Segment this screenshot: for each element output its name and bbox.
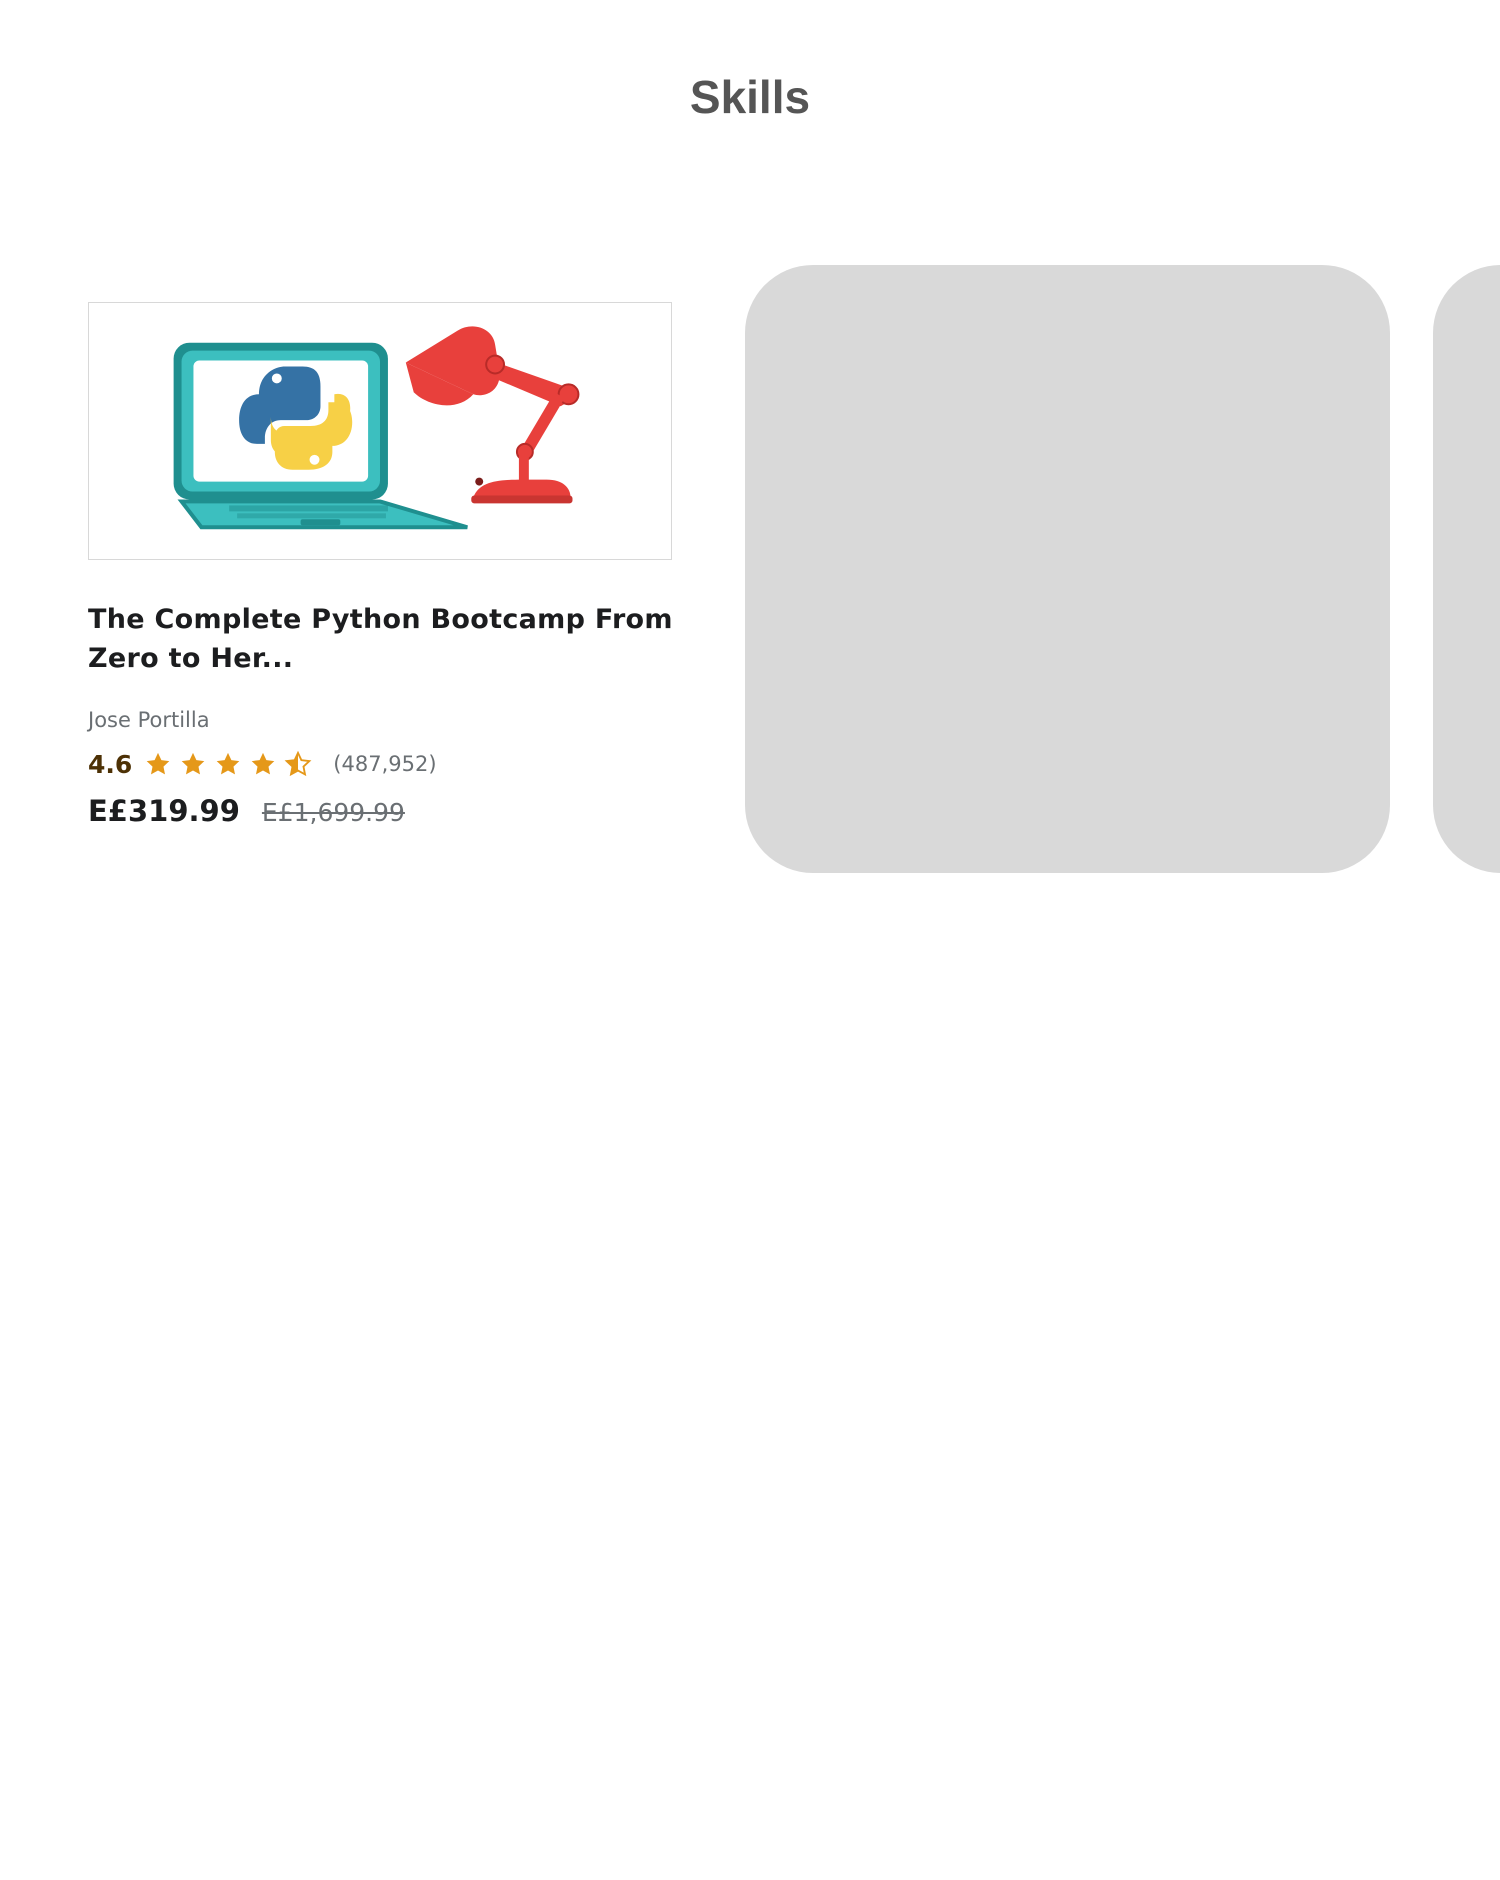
star-full-icon [214, 750, 242, 778]
course-card-placeholder-partial[interactable] [1433, 265, 1500, 873]
desk-lamp-icon [405, 326, 580, 504]
course-rating: 4.6 (487,952) [88, 747, 437, 781]
star-full-icon [249, 750, 277, 778]
page-title: Skills [689, 71, 811, 123]
course-card-placeholder[interactable] [745, 265, 1390, 873]
current-price: E£319.99 [88, 794, 240, 828]
review-count: (487,952) [333, 752, 437, 776]
course-price: E£319.99 E£1,699.99 [88, 794, 405, 828]
course-carousel[interactable]: The Complete Python Bootcamp From Zero t… [0, 260, 1500, 880]
course-card[interactable]: The Complete Python Bootcamp From Zero t… [82, 278, 682, 838]
star-full-icon [179, 750, 207, 778]
original-price: E£1,699.99 [261, 798, 405, 827]
star-full-icon [144, 750, 172, 778]
course-thumbnail[interactable] [88, 302, 672, 560]
course-title[interactable]: The Complete Python Bootcamp From Zero t… [88, 600, 678, 678]
rating-value: 4.6 [88, 749, 133, 779]
course-instructor: Jose Portilla [88, 708, 210, 732]
star-half-icon [284, 750, 312, 778]
course-thumbnail-illustration [173, 326, 580, 530]
rating-stars [144, 750, 319, 778]
